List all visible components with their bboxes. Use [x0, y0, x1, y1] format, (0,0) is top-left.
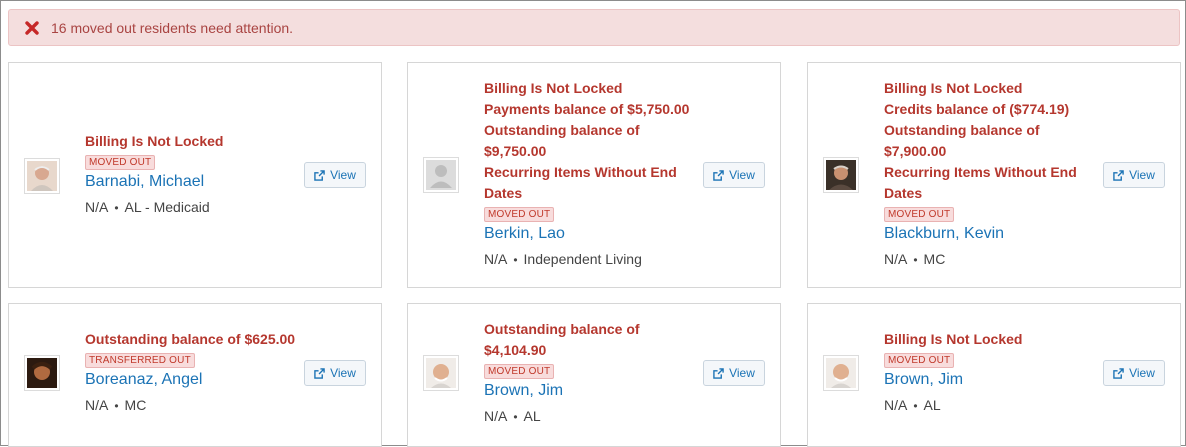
resident-card: Billing Is Not Locked MOVED OUT Barnabi,… [8, 62, 382, 288]
close-x-icon [25, 20, 39, 35]
resident-card: Billing Is Not Locked Payments balance o… [407, 62, 781, 288]
warning-text: Outstanding balance of [884, 122, 1040, 138]
alert-message: 16 moved out residents need attention. [51, 19, 294, 36]
resident-photo-icon [27, 358, 57, 388]
warning-text: $9,750.00 [484, 143, 547, 159]
resident-meta: N/A • AL - Medicaid [85, 197, 299, 218]
care-type-text: Independent Living [523, 251, 642, 267]
warning-text: Outstanding balance of [484, 321, 640, 337]
view-label: View [729, 366, 755, 380]
resident-card: Billing Is Not Locked Credits balance of… [807, 62, 1181, 288]
warning-text: Outstanding balance of [484, 122, 640, 138]
resident-meta: N/A • AL [884, 395, 1098, 416]
resident-info: Billing Is Not Locked MOVED OUT Barnabi,… [85, 131, 299, 218]
status-badge: TRANSFERRED OUT [85, 353, 195, 368]
view-button[interactable]: View [1103, 360, 1165, 386]
warning-text: $4,104.90 [484, 342, 547, 358]
external-link-icon [314, 367, 325, 379]
resident-name-link[interactable]: Brown, Jim [884, 369, 1098, 391]
resident-photo-icon [826, 160, 856, 190]
resident-name-link[interactable]: Brown, Jim [484, 380, 698, 402]
external-link-icon [713, 367, 724, 379]
warning-text: Billing Is Not Locked [884, 331, 1023, 347]
care-type-text: AL [923, 397, 941, 413]
status-badge: MOVED OUT [884, 207, 955, 222]
warning-text: Dates [884, 185, 923, 201]
resident-name-link[interactable]: Blackburn, Kevin [884, 223, 1098, 245]
warning-text: $7,900.00 [884, 143, 947, 159]
status-badge: MOVED OUT [884, 353, 955, 368]
resident-info: Outstanding balance of $4,104.90 MOVED O… [484, 319, 698, 427]
avatar [823, 157, 859, 193]
view-label: View [1129, 366, 1155, 380]
care-type-text: AL - Medicaid [124, 199, 210, 215]
resident-info: Billing Is Not Locked Credits balance of… [884, 78, 1098, 270]
warning-text: Recurring Items Without End [884, 164, 1077, 180]
separator-dot: • [513, 253, 518, 267]
resident-card: Outstanding balance of $4,104.90 MOVED O… [407, 303, 781, 447]
care-type-text: AL [523, 408, 541, 424]
care-type-text: MC [923, 251, 946, 267]
separator-dot: • [913, 253, 918, 267]
resident-name-link[interactable]: Boreanaz, Angel [85, 369, 299, 391]
resident-info: Outstanding balance of $625.00 TRANSFERR… [85, 329, 299, 416]
unit-text: N/A [484, 408, 508, 424]
resident-info: Billing Is Not Locked MOVED OUT Brown, J… [884, 329, 1098, 416]
status-badge: MOVED OUT [85, 155, 156, 170]
view-button[interactable]: View [304, 360, 366, 386]
resident-name-link[interactable]: Barnabi, Michael [85, 171, 299, 193]
care-type-text: MC [124, 397, 147, 413]
status-badge: MOVED OUT [484, 207, 555, 222]
resident-meta: N/A • MC [884, 249, 1098, 270]
unit-text: N/A [884, 251, 908, 267]
view-label: View [330, 366, 356, 380]
view-label: View [1129, 168, 1155, 182]
unit-text: N/A [85, 199, 109, 215]
resident-photo-icon [27, 161, 57, 191]
placeholder-person-icon [426, 160, 456, 190]
avatar [423, 157, 459, 193]
view-button[interactable]: View [703, 360, 765, 386]
resident-card: Outstanding balance of $625.00 TRANSFERR… [8, 303, 382, 447]
warning-text: Payments balance of $5,750.00 [484, 101, 690, 117]
resident-card: Billing Is Not Locked MOVED OUT Brown, J… [807, 303, 1181, 447]
warning-text: Billing Is Not Locked [484, 80, 623, 96]
avatar [823, 355, 859, 391]
separator-dot: • [513, 410, 518, 424]
separator-dot: • [114, 399, 119, 413]
warning-text: Credits balance of ($774.19) [884, 101, 1070, 117]
separator-dot: • [114, 201, 119, 215]
resident-name-link[interactable]: Berkin, Lao [484, 223, 698, 245]
warning-text: Outstanding balance of $625.00 [85, 331, 296, 347]
resident-meta: N/A • MC [85, 395, 299, 416]
resident-photo-icon [426, 358, 456, 388]
warning-text: Recurring Items Without End [484, 164, 677, 180]
external-link-icon [713, 169, 724, 181]
warning-text: Billing Is Not Locked [884, 80, 1023, 96]
external-link-icon [1113, 169, 1124, 181]
view-button[interactable]: View [304, 162, 366, 188]
avatar [24, 355, 60, 391]
avatar [423, 355, 459, 391]
view-button[interactable]: View [703, 162, 765, 188]
avatar [24, 158, 60, 194]
external-link-icon [1113, 367, 1124, 379]
resident-info: Billing Is Not Locked Payments balance o… [484, 78, 698, 270]
warning-text: Dates [484, 185, 523, 201]
status-badge: MOVED OUT [484, 364, 555, 379]
view-label: View [330, 168, 356, 182]
unit-text: N/A [85, 397, 109, 413]
view-label: View [729, 168, 755, 182]
separator-dot: • [913, 399, 918, 413]
resident-meta: N/A • AL [484, 406, 698, 427]
unit-text: N/A [884, 397, 908, 413]
resident-meta: N/A • Independent Living [484, 249, 698, 270]
warning-text: Billing Is Not Locked [85, 133, 224, 149]
external-link-icon [314, 169, 325, 181]
view-button[interactable]: View [1103, 162, 1165, 188]
unit-text: N/A [484, 251, 508, 267]
resident-photo-icon [826, 358, 856, 388]
attention-alert: 16 moved out residents need attention. [8, 9, 1180, 46]
